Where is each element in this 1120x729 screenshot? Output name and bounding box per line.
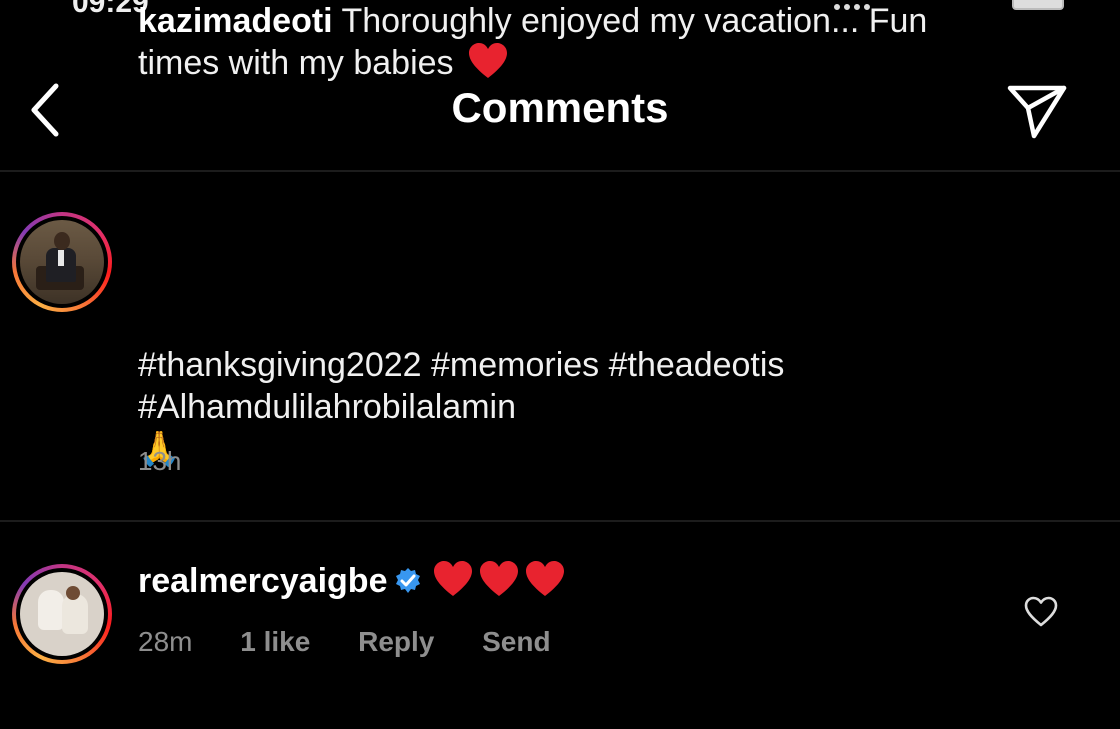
- page-title: Comments: [451, 84, 669, 131]
- comment-username[interactable]: realmercyaigbe: [138, 562, 388, 600]
- red-heart-icon: [479, 561, 518, 596]
- verified-badge-icon: [395, 568, 420, 593]
- caption-line-1: Thoroughly enjoyed my vacation... Fun: [341, 2, 928, 40]
- avatar: [20, 572, 104, 656]
- pray-emoji-icon: 🙏: [138, 430, 181, 468]
- share-button[interactable]: [1004, 78, 1070, 142]
- comment-time: 28m: [138, 626, 193, 657]
- caption-line-2: times with my babies: [138, 44, 454, 82]
- hashtags-line-2[interactable]: #Alhamdulilahrobilalamin: [138, 386, 784, 428]
- avatar: [20, 220, 104, 304]
- red-heart-icon: [469, 43, 507, 78]
- reply-button[interactable]: Reply: [358, 626, 434, 657]
- paper-plane-icon: [1007, 85, 1067, 139]
- likes-count[interactable]: 1 like: [240, 626, 310, 657]
- hashtags: #thanksgiving2022 #memories #theadeotis …: [138, 344, 784, 470]
- hashtags-line-1[interactable]: #thanksgiving2022 #memories #theadeotis: [138, 344, 784, 386]
- post-username[interactable]: kazimadeoti: [138, 2, 333, 40]
- red-heart-icon: [525, 561, 564, 596]
- red-heart-icon: [433, 561, 472, 596]
- comment-text: realmercyaigbe: [138, 560, 566, 602]
- like-button[interactable]: [1024, 596, 1058, 628]
- caption-text: kazimadeoti Thoroughly enjoyed my vacati…: [138, 0, 1078, 84]
- story-ring[interactable]: [12, 212, 112, 312]
- story-ring[interactable]: [12, 564, 112, 664]
- post-timestamp: 13h: [138, 446, 182, 476]
- send-button[interactable]: Send: [482, 626, 550, 657]
- heart-outline-icon: [1024, 596, 1058, 627]
- comment-meta: 28m 1 like Reply Send: [138, 626, 591, 658]
